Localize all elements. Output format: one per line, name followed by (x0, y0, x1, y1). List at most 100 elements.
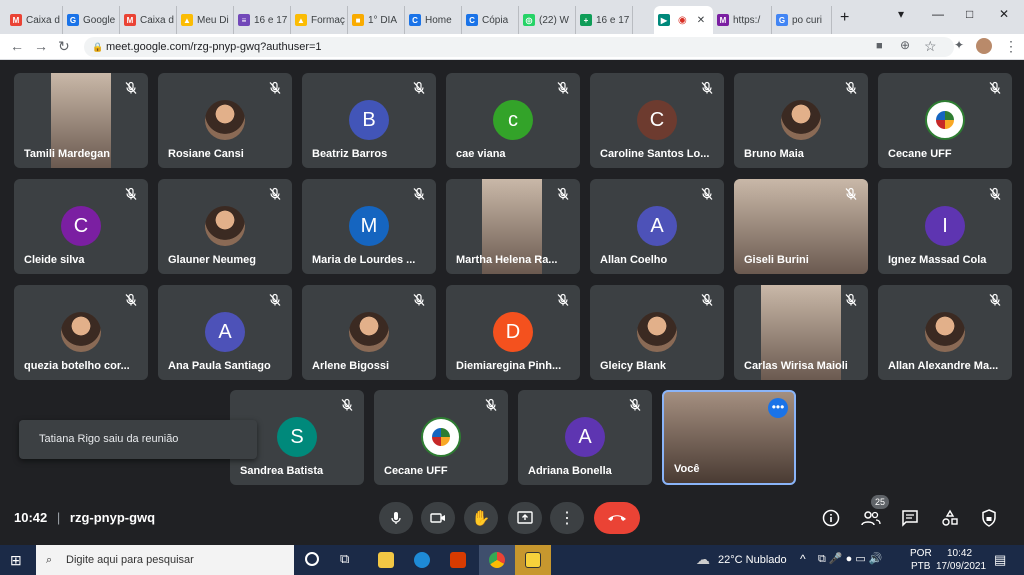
participant-tile[interactable]: Cecane UFF (878, 73, 1012, 168)
browser-tab[interactable]: +16 e 17 (576, 6, 633, 34)
participant-tile[interactable]: I Ignez Massad Cola (878, 179, 1012, 274)
browser-tab[interactable]: M Caixa d (120, 6, 177, 34)
weather-text[interactable]: 22°C Nublado (718, 554, 787, 566)
browser-tab[interactable]: C Home (405, 6, 462, 34)
participant-avatar: I (925, 206, 965, 246)
minimize-icon[interactable]: — (932, 7, 944, 21)
tab-favicon-icon: C (409, 14, 421, 26)
participant-tile[interactable]: Glauner Neumeg (158, 179, 292, 274)
meeting-details-button[interactable] (821, 508, 841, 528)
language-top[interactable]: POR (910, 548, 932, 559)
browser-tab[interactable]: ▶ ◉ ✕ (654, 6, 713, 34)
activities-button[interactable] (940, 508, 960, 528)
chat-button[interactable] (900, 508, 920, 528)
participant-tile[interactable]: C Caroline Santos Lo... (590, 73, 724, 168)
participant-tile[interactable]: Arlene Bigossi (302, 285, 436, 380)
taskbar-search[interactable]: ⌕ Digite aqui para pesquisar (36, 545, 294, 575)
browser-tab[interactable]: Mhttps:/ (713, 6, 772, 34)
camera-icon[interactable]: ■ (876, 40, 883, 52)
reload-icon[interactable]: ↻ (58, 38, 70, 55)
back-icon[interactable]: ← (10, 38, 24, 54)
present-button[interactable] (508, 502, 542, 534)
zoom-icon[interactable]: ⊕ (900, 38, 910, 52)
browser-tab[interactable]: Gpo curi (772, 6, 832, 34)
participant-tile[interactable]: Martha Helena Ra... (446, 179, 580, 274)
microphone-button[interactable] (379, 502, 413, 534)
menu-icon[interactable]: ⋮ (1004, 38, 1018, 55)
tray-chevron-icon[interactable]: ^ (800, 552, 806, 566)
participant-tile[interactable]: c cae viana (446, 73, 580, 168)
participant-tile[interactable]: Tamili Mardegan (14, 73, 148, 168)
extensions-icon[interactable]: ✦ (954, 38, 964, 52)
participant-tile[interactable]: A Allan Coelho (590, 179, 724, 274)
file-explorer-icon[interactable] (378, 552, 394, 568)
participant-tile[interactable]: A Ana Paula Santiago (158, 285, 292, 380)
participant-avatar: A (565, 417, 605, 457)
meeting-code[interactable]: rzg-pnyp-gwq (70, 510, 155, 525)
present-screen-icon (517, 511, 533, 524)
browser-tab[interactable]: ▲ Meu Di (177, 6, 234, 34)
participant-tile[interactable]: B Beatriz Barros (302, 73, 436, 168)
mic-off-icon (412, 187, 426, 201)
mic-off-icon (124, 187, 138, 201)
self-more-options-icon[interactable]: ••• (768, 398, 788, 418)
participant-tile[interactable]: Allan Alexandre Ma... (878, 285, 1012, 380)
host-controls-button[interactable] (979, 508, 999, 528)
participant-tile[interactable]: C Cleide silva (14, 179, 148, 274)
participant-tile[interactable]: ••• Você (662, 390, 796, 485)
tab-favicon-icon: ▶ (658, 14, 670, 26)
browser-tab[interactable]: C Cópia (462, 6, 519, 34)
participant-tile[interactable]: quezia botelho cor... (14, 285, 148, 380)
participant-tile[interactable]: M Maria de Lourdes ... (302, 179, 436, 274)
camera-button[interactable] (421, 502, 455, 534)
tab-favicon-icon: C (466, 14, 478, 26)
mic-off-icon (124, 81, 138, 95)
participant-tile[interactable]: A Adriana Bonella (518, 390, 652, 485)
browser-tab[interactable]: ▲ Formaç (291, 6, 348, 34)
language-bottom[interactable]: PTB (911, 561, 930, 572)
participant-tile[interactable]: Cecane UFF (374, 390, 508, 485)
participant-name: Rosiane Cansi (168, 148, 244, 160)
participant-tile[interactable]: D Diemiaregina Pinh... (446, 285, 580, 380)
close-window-icon[interactable]: ✕ (999, 7, 1009, 21)
browser-tab[interactable]: G Google (63, 6, 120, 34)
new-tab-icon[interactable]: + (840, 9, 849, 27)
profile-avatar[interactable] (976, 38, 992, 54)
address-bar[interactable]: 🔒 meet.google.com/rzg-pnyp-gwq?authuser=… (84, 37, 954, 57)
clock-time[interactable]: 10:42 (947, 548, 972, 559)
browser-tab[interactable]: ■ 1° DIA (348, 6, 405, 34)
office-icon[interactable] (450, 552, 466, 568)
participant-tile[interactable]: Rosiane Cansi (158, 73, 292, 168)
forward-icon[interactable]: → (34, 38, 48, 54)
windows-start-icon[interactable]: ⊞ (10, 552, 22, 569)
browser-tab[interactable]: ≡ 16 e 17 (234, 6, 291, 34)
browser-tab[interactable]: ◎ (22) W (519, 6, 576, 34)
bookmark-star-icon[interactable]: ☆ (924, 38, 937, 55)
close-tab-icon[interactable]: ✕ (697, 15, 705, 26)
task-view-icon[interactable]: ⧉ (340, 551, 349, 567)
clock-date[interactable]: 17/09/2021 (936, 561, 986, 572)
edge-icon[interactable] (414, 552, 430, 568)
participant-tile[interactable]: Giseli Burini (734, 179, 868, 274)
participant-name: Glauner Neumeg (168, 254, 257, 266)
participant-tile[interactable]: Bruno Maia (734, 73, 868, 168)
leave-call-button[interactable] (594, 502, 640, 534)
browser-tab[interactable]: M Caixa d (6, 6, 63, 34)
people-button[interactable] (861, 508, 881, 528)
raise-hand-button[interactable]: ✋ (464, 502, 498, 534)
cortana-icon[interactable] (305, 552, 319, 566)
participant-name: Allan Alexandre Ma... (888, 360, 999, 372)
participant-tile[interactable]: Carlas Wirisa Maioli (734, 285, 868, 380)
participant-name: Diemiaregina Pinh... (456, 360, 562, 372)
notifications-icon[interactable]: ▤ (994, 552, 1006, 568)
maximize-icon[interactable]: □ (966, 7, 973, 21)
tab-search-icon[interactable]: ▾ (898, 7, 904, 21)
mic-off-icon (268, 187, 282, 201)
chrome-icon (489, 552, 505, 568)
more-options-button[interactable]: ⋮ (550, 502, 584, 534)
participant-tile[interactable]: Gleicy Blank (590, 285, 724, 380)
tray-icons[interactable]: ⧉ 🎤 ● ▭ 🔊 (818, 552, 883, 566)
participant-name: Beatriz Barros (312, 148, 388, 160)
participant-avatar: C (637, 100, 677, 140)
participant-avatar: S (277, 417, 317, 457)
